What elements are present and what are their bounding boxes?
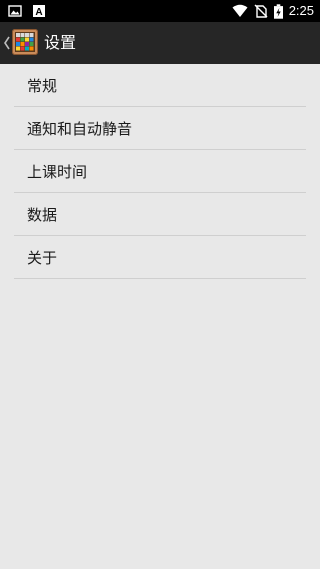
- clock: 2:25: [288, 3, 314, 18]
- settings-item-label: 上课时间: [27, 162, 88, 181]
- action-bar: 设置: [0, 22, 320, 64]
- settings-item-data[interactable]: 数据: [14, 193, 306, 236]
- text-a-icon: A: [33, 5, 45, 18]
- page-title: 设置: [44, 33, 77, 52]
- settings-item-label: 常规: [27, 76, 58, 95]
- battery-charging-icon: [273, 3, 283, 19]
- status-bar: A 2:25: [0, 0, 320, 22]
- timetable-grid-icon: [15, 32, 35, 52]
- settings-item-general[interactable]: 常规: [14, 64, 306, 107]
- settings-item-class-times[interactable]: 上课时间: [14, 150, 306, 193]
- settings-item-label: 数据: [27, 205, 58, 224]
- settings-item-label: 关于: [27, 248, 58, 267]
- notification-icons: A: [8, 4, 46, 18]
- settings-item-about[interactable]: 关于: [14, 236, 306, 279]
- system-icons: 2:25: [232, 3, 314, 19]
- settings-item-label: 通知和自动静音: [27, 119, 133, 138]
- no-sim-icon: [254, 4, 268, 18]
- back-chevron-icon[interactable]: [3, 33, 11, 53]
- app-logo[interactable]: [12, 29, 38, 55]
- settings-item-notifications[interactable]: 通知和自动静音: [14, 107, 306, 150]
- image-icon: [8, 5, 22, 17]
- settings-list: 常规 通知和自动静音 上课时间 数据 关于: [14, 64, 306, 279]
- svg-text:A: A: [35, 7, 42, 18]
- wifi-icon: [232, 4, 248, 17]
